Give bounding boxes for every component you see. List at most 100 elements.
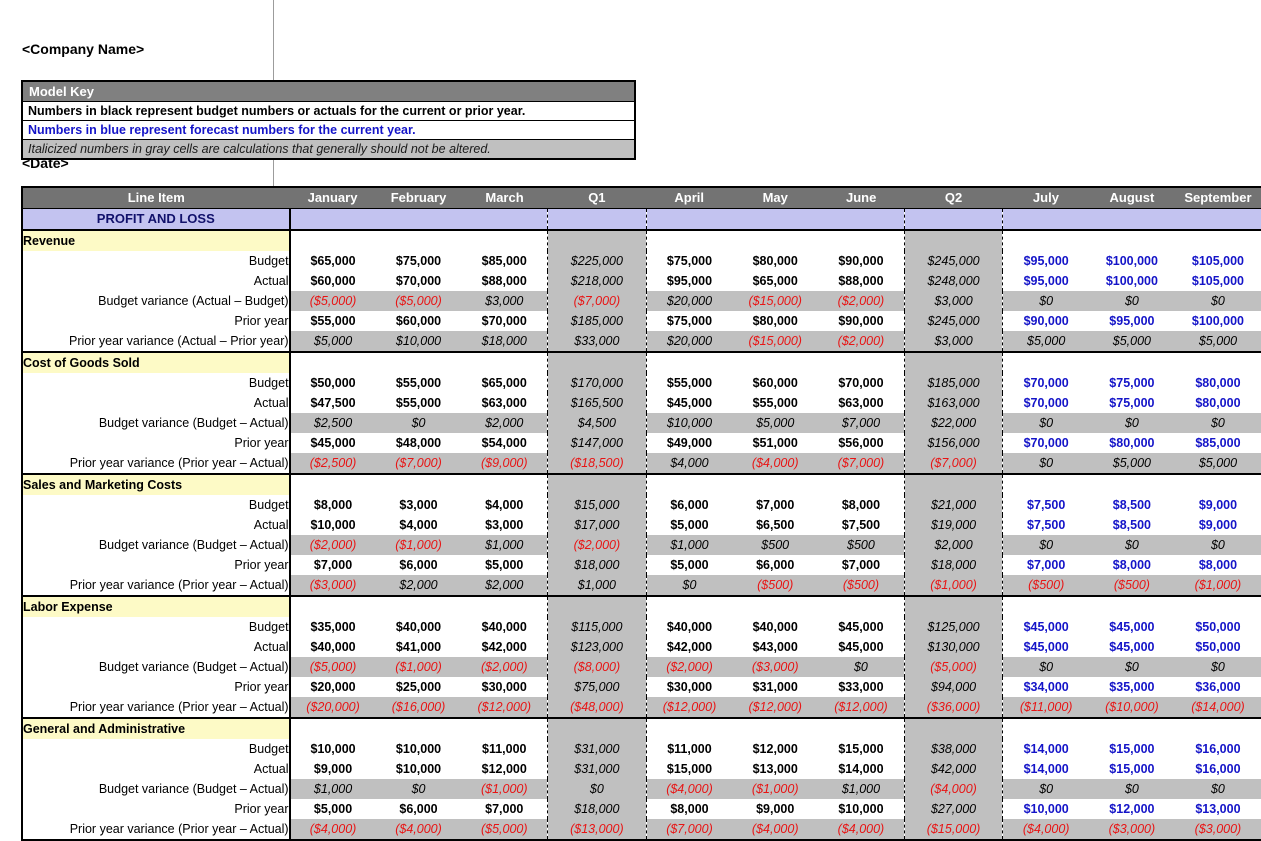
cell-jun[interactable]: $7,500 (818, 515, 904, 535)
cell-jun[interactable]: $63,000 (818, 393, 904, 413)
cell-q1[interactable]: ($7,000) (548, 291, 647, 311)
cell-jul[interactable]: $7,500 (1003, 495, 1089, 515)
cell-jun[interactable]: $56,000 (818, 433, 904, 453)
cell-sep[interactable]: $105,000 (1175, 251, 1261, 271)
cell-apr[interactable]: $20,000 (646, 331, 732, 352)
cell-aug[interactable]: $15,000 (1089, 739, 1175, 759)
cell-aug[interactable]: $8,500 (1089, 515, 1175, 535)
cell-mar[interactable]: ($2,000) (462, 657, 548, 677)
cell-apr[interactable]: $30,000 (646, 677, 732, 697)
cell-apr[interactable]: $5,000 (646, 555, 732, 575)
cell-mar[interactable]: ($12,000) (462, 697, 548, 718)
cell-sep[interactable]: ($14,000) (1175, 697, 1261, 718)
cell-sep[interactable]: $0 (1175, 535, 1261, 555)
cell-q1[interactable]: $75,000 (548, 677, 647, 697)
cell-jan[interactable]: $20,000 (290, 677, 376, 697)
column-header-q2[interactable]: Q2 (904, 187, 1003, 209)
cell-sep[interactable]: $5,000 (1175, 331, 1261, 352)
cell-may[interactable]: ($1,000) (732, 779, 818, 799)
cell-feb[interactable]: $55,000 (376, 373, 462, 393)
cell-jul[interactable]: $14,000 (1003, 759, 1089, 779)
cell-apr[interactable]: $4,000 (646, 453, 732, 474)
cell-jan[interactable]: $10,000 (290, 739, 376, 759)
cell-aug[interactable]: $0 (1089, 779, 1175, 799)
cell-sep[interactable]: ($3,000) (1175, 819, 1261, 840)
cell-q2[interactable]: ($5,000) (904, 657, 1003, 677)
cell-jun[interactable]: ($2,000) (818, 291, 904, 311)
cell-q1[interactable]: ($2,000) (548, 535, 647, 555)
cell-sep[interactable]: $105,000 (1175, 271, 1261, 291)
cell-aug[interactable]: $45,000 (1089, 617, 1175, 637)
cell-q2[interactable]: $125,000 (904, 617, 1003, 637)
cell-feb[interactable]: $4,000 (376, 515, 462, 535)
cell-q2[interactable]: $22,000 (904, 413, 1003, 433)
cell-jan[interactable]: $5,000 (290, 799, 376, 819)
cell-mar[interactable]: ($9,000) (462, 453, 548, 474)
cell-jun[interactable]: $7,000 (818, 555, 904, 575)
cell-jan[interactable]: $45,000 (290, 433, 376, 453)
column-header-sep[interactable]: September (1175, 187, 1261, 209)
cell-feb[interactable]: $41,000 (376, 637, 462, 657)
cell-jan[interactable]: $10,000 (290, 515, 376, 535)
cell-q1[interactable]: $0 (548, 779, 647, 799)
cell-apr[interactable]: $40,000 (646, 617, 732, 637)
cell-jan[interactable]: $9,000 (290, 759, 376, 779)
cell-aug[interactable]: $12,000 (1089, 799, 1175, 819)
cell-q2[interactable]: $19,000 (904, 515, 1003, 535)
cell-jun[interactable]: $500 (818, 535, 904, 555)
cell-feb[interactable]: $3,000 (376, 495, 462, 515)
cell-may[interactable]: ($4,000) (732, 819, 818, 840)
cell-aug[interactable]: $15,000 (1089, 759, 1175, 779)
cell-mar[interactable]: $7,000 (462, 799, 548, 819)
cell-q2[interactable]: $245,000 (904, 251, 1003, 271)
cell-may[interactable]: ($15,000) (732, 291, 818, 311)
column-header-mar[interactable]: March (462, 187, 548, 209)
cell-q2[interactable]: $156,000 (904, 433, 1003, 453)
cell-feb[interactable]: $10,000 (376, 759, 462, 779)
column-header-apr[interactable]: April (646, 187, 732, 209)
cell-q2[interactable]: $130,000 (904, 637, 1003, 657)
cell-apr[interactable]: $15,000 (646, 759, 732, 779)
cell-may[interactable]: $500 (732, 535, 818, 555)
column-header-jun[interactable]: June (818, 187, 904, 209)
cell-q2[interactable]: $21,000 (904, 495, 1003, 515)
cell-feb[interactable]: $55,000 (376, 393, 462, 413)
cell-feb[interactable]: ($4,000) (376, 819, 462, 840)
cell-jun[interactable]: $15,000 (818, 739, 904, 759)
cell-mar[interactable]: $88,000 (462, 271, 548, 291)
cell-jul[interactable]: $0 (1003, 291, 1089, 311)
cell-apr[interactable]: $20,000 (646, 291, 732, 311)
cell-sep[interactable]: $16,000 (1175, 759, 1261, 779)
cell-aug[interactable]: ($3,000) (1089, 819, 1175, 840)
cell-feb[interactable]: $10,000 (376, 331, 462, 352)
cell-q2[interactable]: ($1,000) (904, 575, 1003, 596)
cell-may[interactable]: $51,000 (732, 433, 818, 453)
cell-jul[interactable]: ($500) (1003, 575, 1089, 596)
cell-aug[interactable]: $80,000 (1089, 433, 1175, 453)
cell-apr[interactable]: $42,000 (646, 637, 732, 657)
cell-aug[interactable]: $95,000 (1089, 311, 1175, 331)
cell-mar[interactable]: $70,000 (462, 311, 548, 331)
cell-jun[interactable]: $14,000 (818, 759, 904, 779)
cell-may[interactable]: $13,000 (732, 759, 818, 779)
cell-jun[interactable]: $1,000 (818, 779, 904, 799)
cell-aug[interactable]: $100,000 (1089, 271, 1175, 291)
cell-jun[interactable]: ($4,000) (818, 819, 904, 840)
cell-may[interactable]: $12,000 (732, 739, 818, 759)
cell-feb[interactable]: $75,000 (376, 251, 462, 271)
cell-may[interactable]: $5,000 (732, 413, 818, 433)
cell-mar[interactable]: $11,000 (462, 739, 548, 759)
cell-jan[interactable]: ($20,000) (290, 697, 376, 718)
cell-may[interactable]: ($3,000) (732, 657, 818, 677)
cell-sep[interactable]: $0 (1175, 779, 1261, 799)
cell-aug[interactable]: $0 (1089, 291, 1175, 311)
column-header-q1[interactable]: Q1 (548, 187, 647, 209)
cell-jul[interactable]: ($11,000) (1003, 697, 1089, 718)
cell-q2[interactable]: $38,000 (904, 739, 1003, 759)
cell-may[interactable]: $6,500 (732, 515, 818, 535)
cell-jun[interactable]: $33,000 (818, 677, 904, 697)
cell-sep[interactable]: $36,000 (1175, 677, 1261, 697)
cell-q1[interactable]: $18,000 (548, 799, 647, 819)
cell-may[interactable]: ($4,000) (732, 453, 818, 474)
cell-may[interactable]: $40,000 (732, 617, 818, 637)
